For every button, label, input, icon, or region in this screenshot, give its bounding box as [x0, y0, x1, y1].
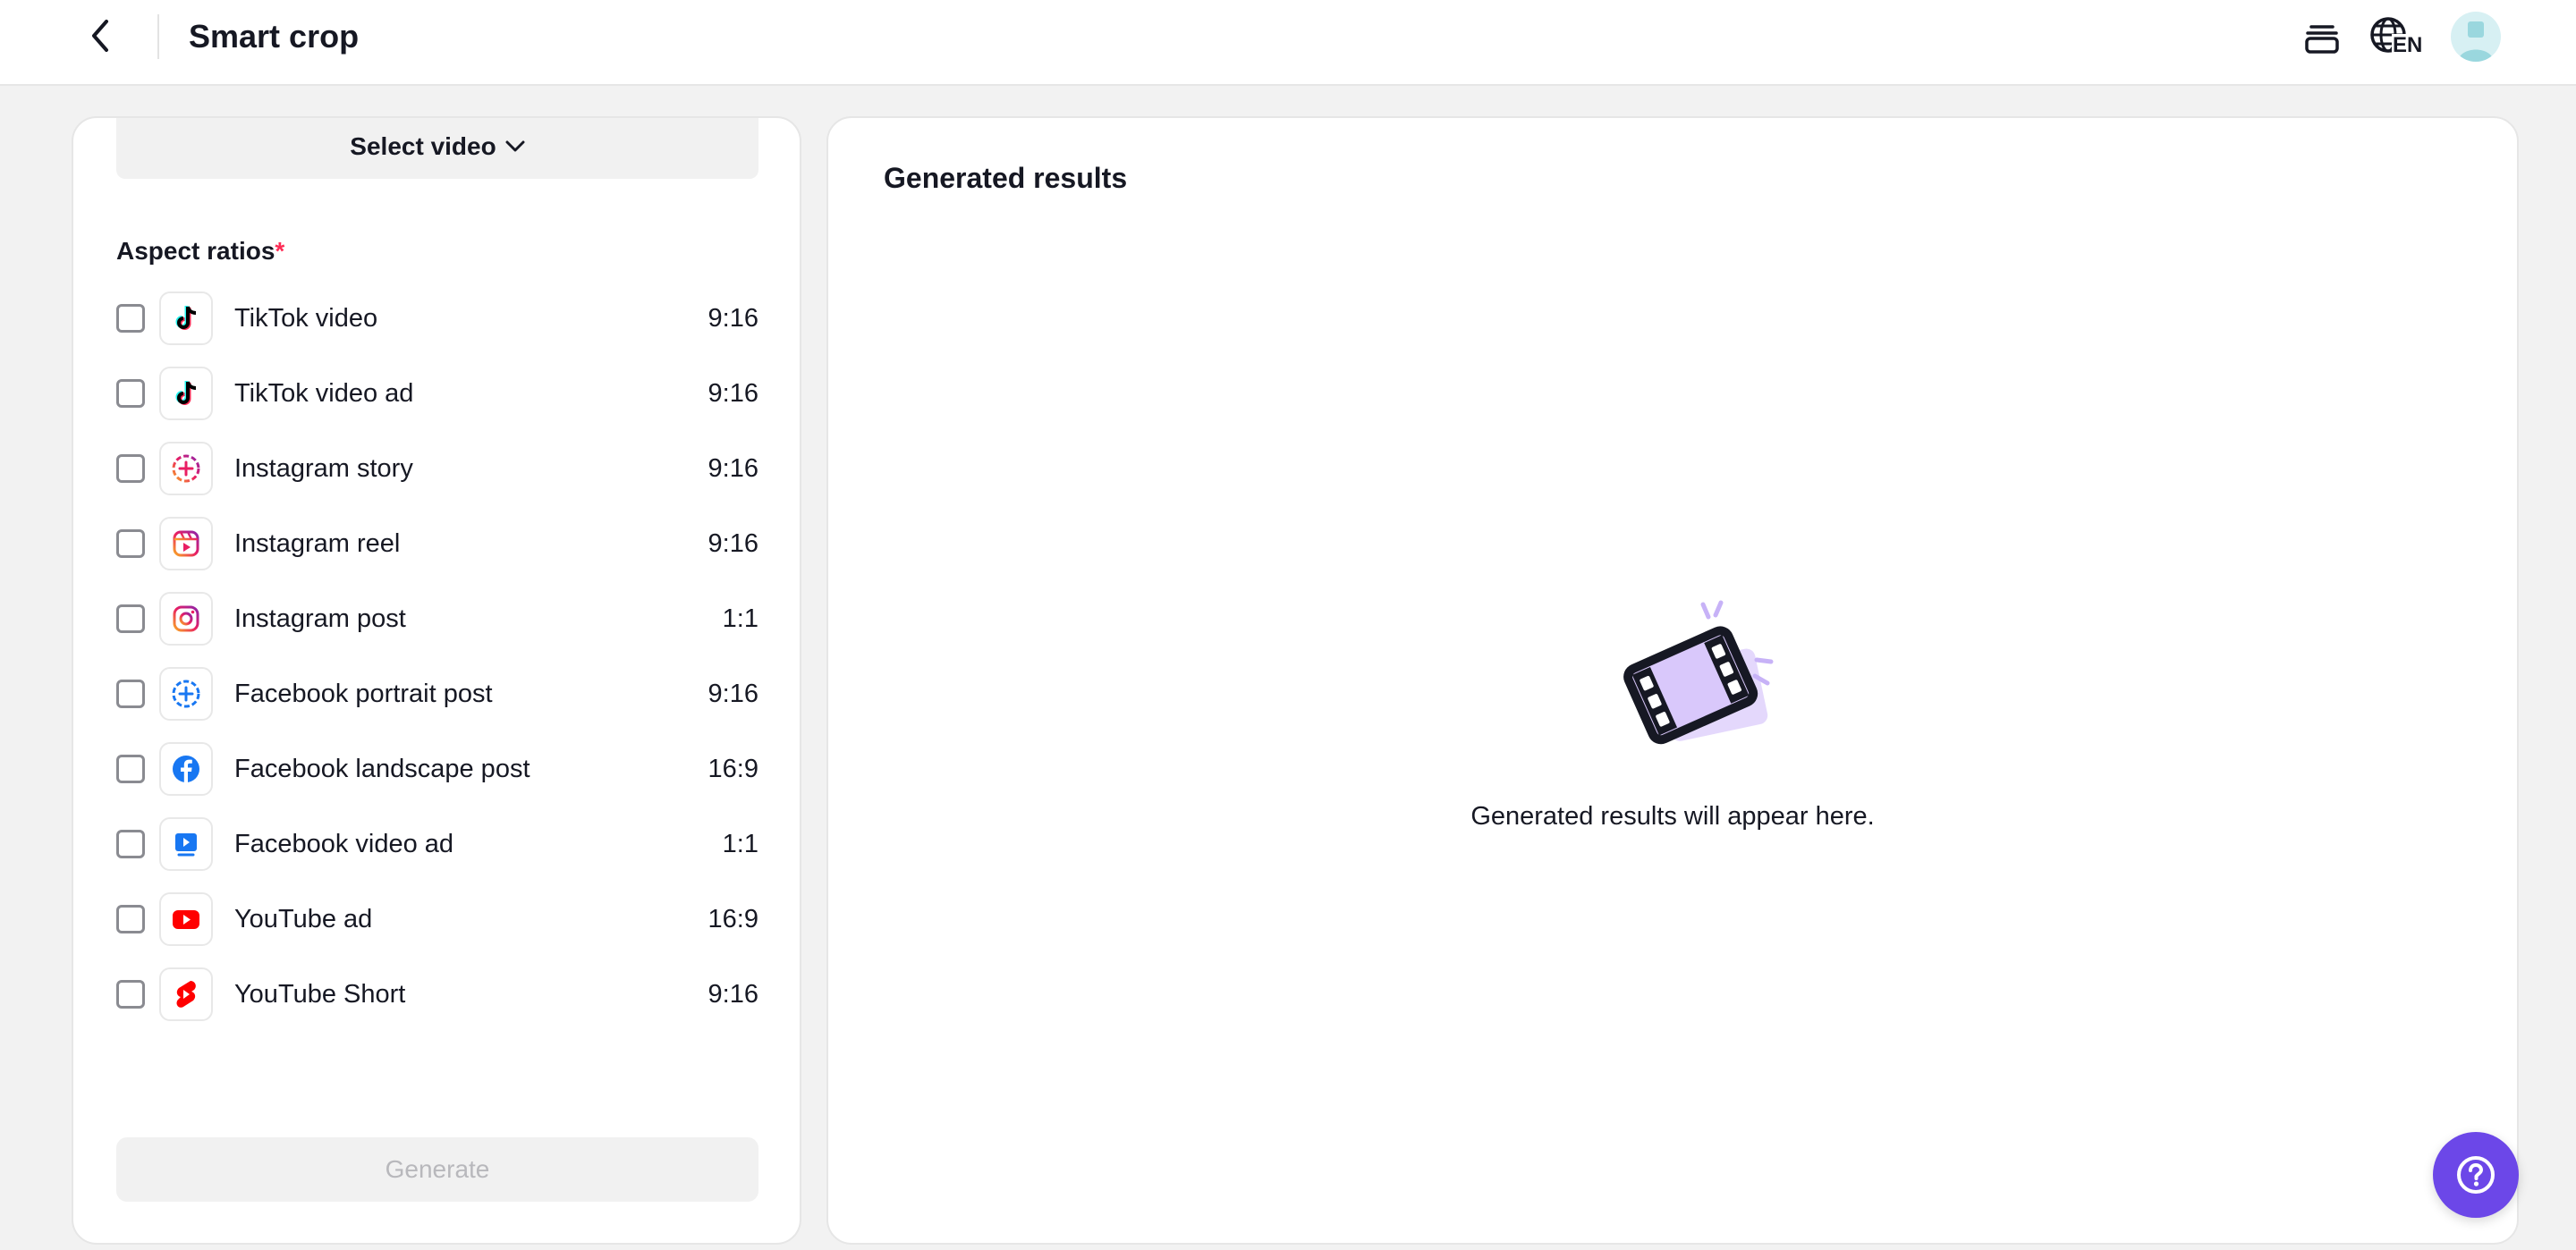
ratio-value: 9:16: [708, 304, 758, 333]
select-video-label: Select video: [350, 132, 496, 160]
chevron-left-icon: [92, 20, 108, 52]
projects-stack-icon[interactable]: [2301, 16, 2343, 59]
ratio-option-facebook-landscape-post[interactable]: Facebook landscape post 16:9: [116, 731, 758, 807]
select-video-dropdown[interactable]: Select video: [116, 118, 758, 179]
generate-button[interactable]: Generate: [116, 1137, 758, 1202]
ratio-option-label: Instagram story: [234, 454, 413, 483]
youtube-icon: [159, 892, 213, 946]
ratio-value: 9:16: [708, 980, 758, 1009]
instagram-reel-icon: [159, 517, 213, 570]
empty-state-message: Generated results will appear here.: [1470, 802, 1875, 831]
ratio-value: 9:16: [708, 454, 758, 483]
header-divider: [157, 14, 159, 59]
tiktok-icon: [159, 367, 213, 420]
help-button[interactable]: [2433, 1132, 2519, 1218]
aspect-ratios-label: Aspect ratios: [116, 237, 275, 265]
checkbox[interactable]: [116, 454, 145, 483]
ratio-value: 16:9: [708, 755, 758, 783]
ratio-option-tiktok-video-ad[interactable]: TikTok video ad 9:16: [116, 356, 758, 431]
tiktok-icon: [159, 291, 213, 345]
ratio-option-label: Facebook portrait post: [234, 680, 493, 708]
film-illustration-icon: [1623, 600, 1774, 745]
ratio-option-label: YouTube ad: [234, 905, 373, 933]
checkbox[interactable]: [116, 755, 145, 783]
ratio-value: 1:1: [722, 604, 758, 633]
ratio-option-instagram-story[interactable]: Instagram story 9:16: [116, 431, 758, 506]
top-bar: Smart crop EN: [0, 0, 2576, 86]
aspect-ratio-list: TikTok video 9:16 TikTok video ad 9:16 I…: [116, 281, 758, 1032]
youtube-shorts-icon: [159, 967, 213, 1021]
ratio-value: 1:1: [722, 830, 758, 858]
facebook-icon: [159, 742, 213, 796]
ratio-option-instagram-reel[interactable]: Instagram reel 9:16: [116, 506, 758, 581]
user-avatar[interactable]: [2451, 12, 2501, 62]
checkbox[interactable]: [116, 529, 145, 558]
ratio-option-label: Instagram reel: [234, 529, 401, 558]
checkbox[interactable]: [116, 379, 145, 408]
ratio-option-label: YouTube Short: [234, 980, 406, 1009]
checkbox[interactable]: [116, 304, 145, 333]
ratio-value: 9:16: [708, 529, 758, 558]
results-title: Generated results: [884, 162, 1128, 194]
ratio-option-youtube-short[interactable]: YouTube Short 9:16: [116, 957, 758, 1032]
ratio-value: 16:9: [708, 905, 758, 933]
language-code: EN: [2392, 33, 2424, 57]
facebook-story-icon: [159, 667, 213, 721]
checkbox[interactable]: [116, 905, 145, 933]
ratio-option-label: Facebook landscape post: [234, 755, 530, 783]
checkbox[interactable]: [116, 680, 145, 708]
ratio-option-facebook-video-ad[interactable]: Facebook video ad 1:1: [116, 807, 758, 882]
ratio-option-tiktok-video[interactable]: TikTok video 9:16: [116, 281, 758, 356]
facebook-video-icon: [159, 817, 213, 871]
question-icon: [2457, 1156, 2495, 1194]
required-asterisk: *: [275, 237, 285, 265]
aspect-ratios-heading: Aspect ratios*: [116, 236, 284, 266]
ratio-option-label: Facebook video ad: [234, 830, 454, 858]
checkbox[interactable]: [116, 830, 145, 858]
ratio-option-youtube-ad[interactable]: YouTube ad 16:9: [116, 882, 758, 957]
instagram-post-icon: [159, 592, 213, 646]
checkbox[interactable]: [116, 604, 145, 633]
ratio-value: 9:16: [708, 379, 758, 408]
back-button[interactable]: [82, 18, 118, 54]
checkbox[interactable]: [116, 980, 145, 1009]
ratio-option-label: TikTok video: [234, 304, 378, 333]
language-globe-icon[interactable]: EN: [2368, 16, 2426, 59]
ratio-option-label: Instagram post: [234, 604, 406, 633]
ratio-option-instagram-post[interactable]: Instagram post 1:1: [116, 581, 758, 656]
ratio-value: 9:16: [708, 680, 758, 708]
ratio-option-label: TikTok video ad: [234, 379, 414, 408]
page-title: Smart crop: [189, 18, 360, 55]
ratio-option-facebook-portrait-post[interactable]: Facebook portrait post 9:16: [116, 656, 758, 731]
chevron-down-icon: [505, 140, 525, 152]
results-panel: Generated results Generated results will…: [826, 116, 2519, 1245]
settings-panel: Select video Aspect ratios* TikTok video…: [72, 116, 801, 1245]
instagram-story-icon: [159, 442, 213, 495]
